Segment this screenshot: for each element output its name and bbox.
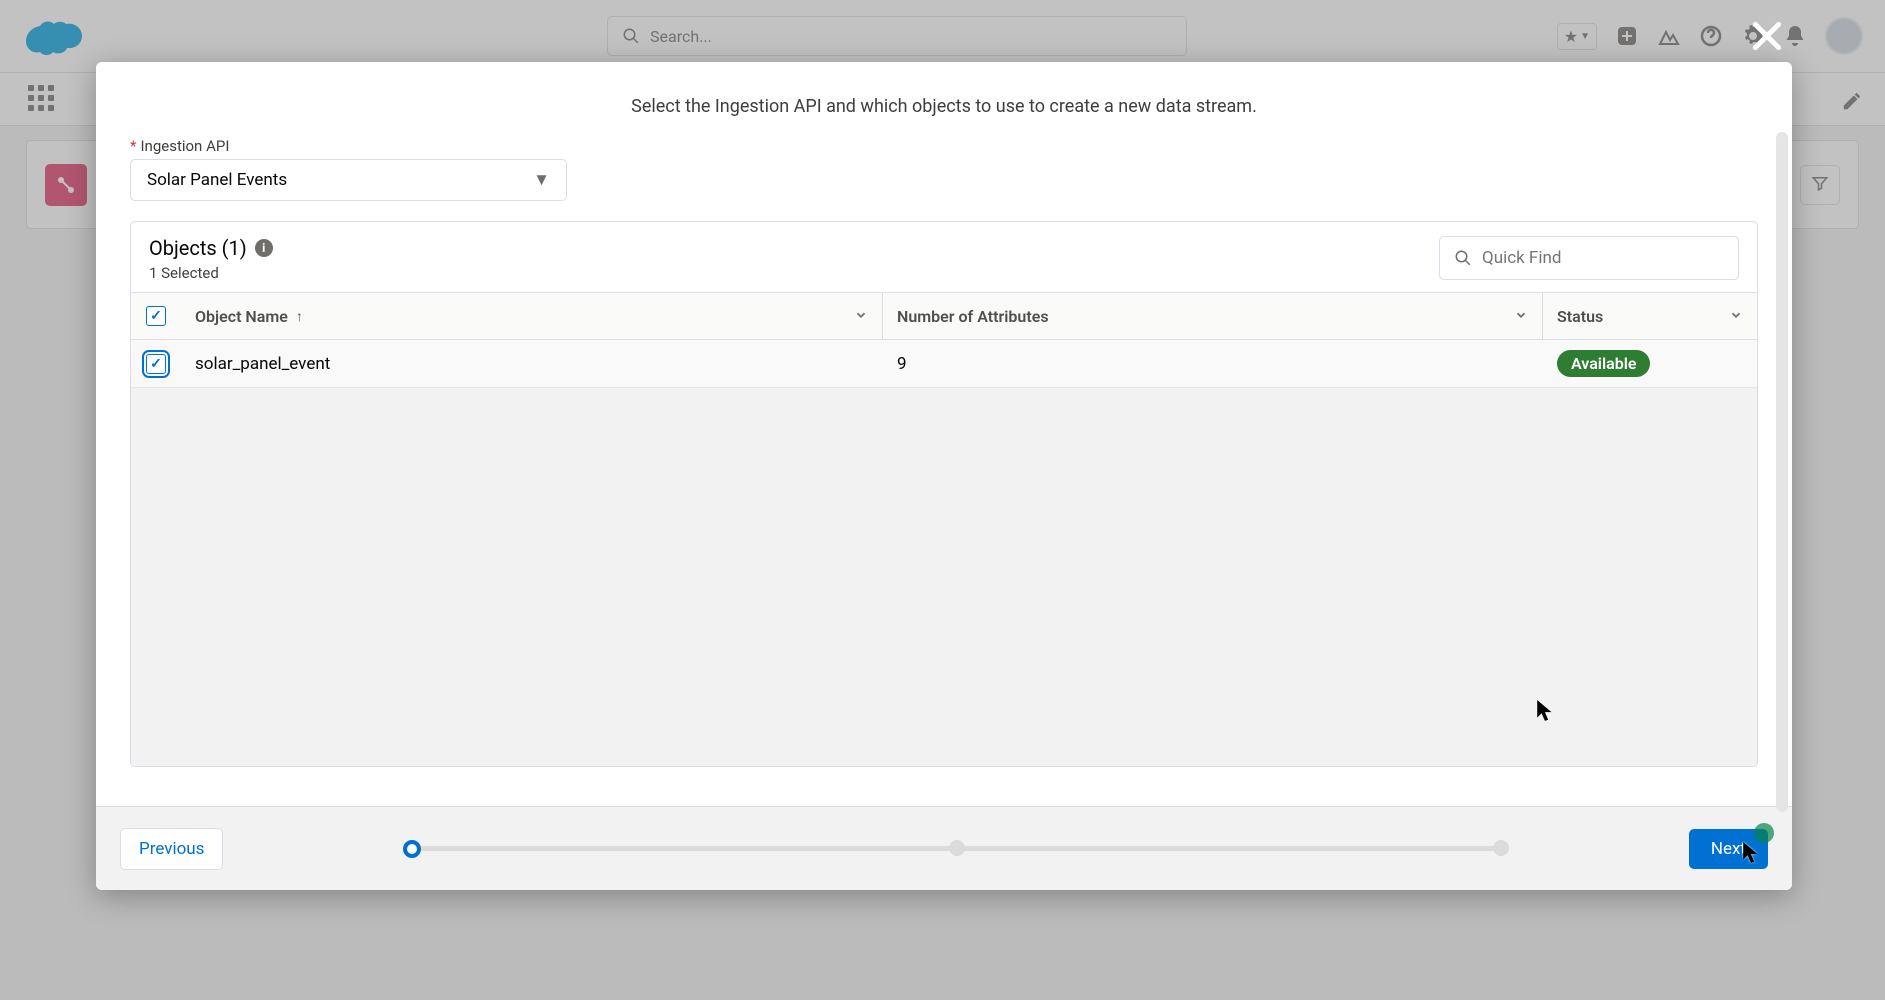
quick-find-search[interactable] [1439,236,1739,280]
quick-find-input[interactable] [1482,248,1724,268]
column-status[interactable]: Status [1543,293,1757,339]
ingestion-api-field: *Ingestion API Solar Panel Events ▼ [130,137,1792,201]
previous-button[interactable]: Previous [120,828,223,870]
search-icon [1454,249,1472,267]
walkthrough-hotspot [1754,823,1774,843]
status-badge: Available [1557,350,1650,377]
select-all-checkbox[interactable] [146,306,166,326]
objects-title: Objects (1) i [149,236,273,260]
column-menu-icon[interactable] [854,307,868,326]
column-attributes[interactable]: Number of Attributes [883,293,1543,339]
sort-ascending-icon: ↑ [296,308,303,325]
modal-footer: Previous Next [96,806,1792,890]
progress-step-2[interactable] [949,840,965,856]
column-object-name[interactable]: Object Name ↑ [181,293,883,339]
ingestion-api-value: Solar Panel Events [147,170,287,190]
row-object-name: solar_panel_event [181,354,883,374]
objects-selected-count: 1 Selected [149,264,273,282]
row-checkbox[interactable] [146,354,166,374]
modal-scrollbar[interactable] [1776,132,1788,812]
ingestion-api-label: *Ingestion API [130,137,1792,155]
column-menu-icon[interactable] [1514,307,1528,326]
modal-instruction-text: Select the Ingestion API and which objec… [96,96,1792,117]
ingestion-api-select[interactable]: Solar Panel Events ▼ [130,159,567,201]
next-button[interactable]: Next [1689,829,1768,869]
objects-table-body: solar_panel_event 9 Available [131,340,1757,766]
row-attributes: 9 [883,354,1543,374]
objects-panel: Objects (1) i 1 Selected Object Name ↑ [130,221,1758,767]
column-menu-icon[interactable] [1729,307,1743,326]
objects-table-header: Object Name ↑ Number of Attributes Statu… [131,292,1757,340]
chevron-down-icon: ▼ [533,170,550,190]
info-icon[interactable]: i [255,239,273,257]
wizard-progress [403,840,1508,858]
progress-step-1[interactable] [403,840,421,858]
objects-header: Objects (1) i 1 Selected [131,222,1757,292]
new-data-stream-modal: Select the Ingestion API and which objec… [96,62,1792,890]
progress-step-3[interactable] [1493,840,1509,856]
row-status: Available [1543,354,1757,373]
table-row[interactable]: solar_panel_event 9 Available [131,340,1757,388]
close-modal-button[interactable] [1747,16,1787,56]
